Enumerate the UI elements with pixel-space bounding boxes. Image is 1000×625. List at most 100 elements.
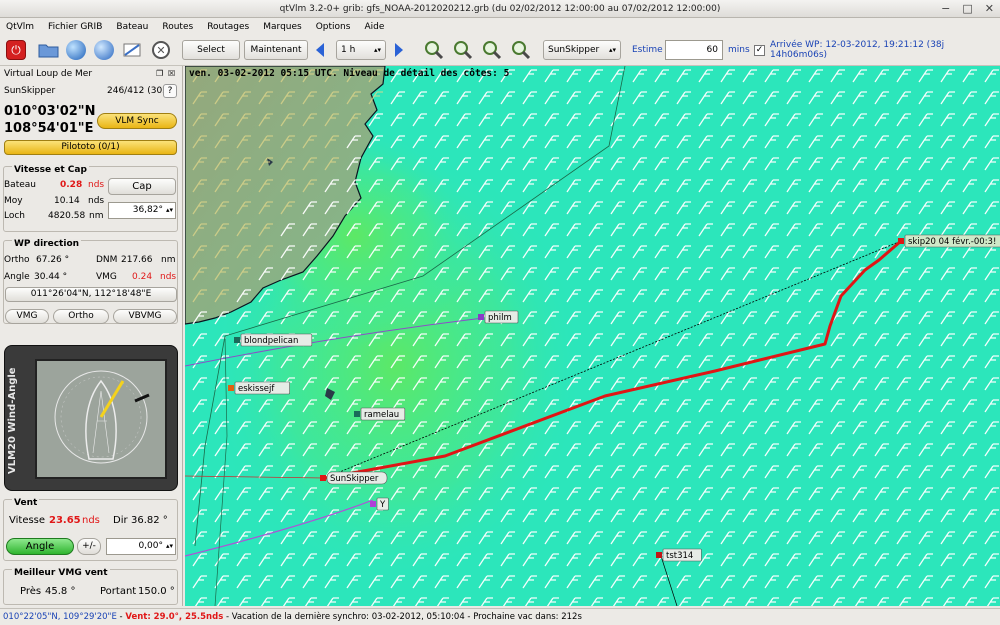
wind-angle-value: 0,00°: [138, 541, 163, 551]
cap-value: 36,82°: [132, 205, 163, 215]
cap-input[interactable]: 36,82° ▴▾: [108, 202, 176, 219]
mins-label: mins: [728, 45, 750, 55]
spinner-icon: ▴▾: [165, 542, 173, 550]
best-vmg-title: Meilleur VMG vent: [12, 568, 110, 578]
bateau-label: Bateau: [4, 180, 36, 190]
menu-routes[interactable]: Routes: [162, 22, 193, 32]
status-wind: Vent: 29.0°, 25.5nds: [125, 612, 224, 622]
marker-label-y: Y: [379, 500, 386, 510]
next-step-icon[interactable]: [392, 40, 406, 60]
arrival-checkbox[interactable]: ✓: [754, 40, 765, 60]
marker-eskissejf: [228, 385, 234, 391]
vmg-label: VMG: [96, 272, 117, 282]
status-sync: Vacation de la dernière synchro: 03-02-2…: [231, 612, 582, 622]
marker-label-sunskipper: SunSkipper: [330, 474, 379, 484]
vmg-value: 0.24: [132, 272, 153, 282]
help-button[interactable]: ?: [163, 84, 177, 98]
menu-bateau[interactable]: Bateau: [116, 22, 148, 32]
zoom-fit-icon[interactable]: [482, 40, 502, 60]
loch-distance: 4820.58: [48, 211, 86, 221]
angle-label: Angle: [4, 272, 30, 282]
boat-panel: Virtual Loup de Mer ❐ ☒ SunSkipper 246/4…: [0, 66, 183, 606]
portant-value: 150.0 °: [138, 586, 175, 597]
menu-marques[interactable]: Marques: [263, 22, 301, 32]
power-icon[interactable]: ⏻: [6, 40, 26, 60]
globe-download-icon[interactable]: [94, 40, 114, 60]
marker-y: [370, 501, 376, 507]
ortho-button[interactable]: Ortho: [53, 309, 109, 324]
panel-float-icon[interactable]: ❐: [156, 69, 163, 78]
arrival-text: Arrivée WP: 12-03-2012, 19:21:12 (38j 14…: [770, 40, 945, 60]
menu-options[interactable]: Options: [316, 22, 351, 32]
title-bar: qtVlm 3.2-0+ grib: gfs_NOAA-2012020212.g…: [0, 0, 1000, 18]
panel-close-icon[interactable]: ☒: [168, 69, 175, 78]
wind-dir-label: Dir: [113, 515, 128, 526]
time-step-select[interactable]: 1 h ▴▾: [336, 40, 386, 60]
select-button[interactable]: Select: [182, 40, 240, 60]
boat-latitude: 010°03'02"N: [4, 104, 96, 119]
map-tool-icon[interactable]: [122, 40, 142, 60]
marker-philm: [478, 314, 484, 320]
speed-group-title: Vitesse et Cap: [12, 165, 89, 175]
estime-input[interactable]: 60: [665, 40, 723, 60]
wind-group-title: Vent: [12, 498, 40, 508]
globe-icon[interactable]: [66, 40, 86, 60]
now-button[interactable]: Maintenant: [244, 40, 308, 60]
boat-select[interactable]: SunSkipper ▴▾: [543, 40, 621, 60]
marker-ramelau: [354, 411, 360, 417]
bateau-speed: 0.28: [60, 180, 83, 190]
marker-skip20: [898, 238, 904, 244]
boat-longitude: 108°54'01"E: [4, 121, 94, 136]
window-title: qtVlm 3.2-0+ grib: gfs_NOAA-2012020212.g…: [279, 4, 721, 14]
pres-label: Près: [20, 586, 42, 597]
minimize-icon[interactable]: −: [941, 0, 950, 18]
spinner-icon: ▴▾: [165, 206, 173, 214]
menu-aide[interactable]: Aide: [364, 22, 384, 32]
menu-bar: QtVlm Fichier GRIB Bateau Routes Routage…: [0, 18, 1000, 36]
moy-speed: 10.14: [54, 196, 80, 206]
pilototo-button[interactable]: Pilototo (0/1): [4, 140, 177, 155]
estime-value: 60: [706, 45, 718, 55]
vbvmg-button[interactable]: VBVMG: [113, 309, 177, 324]
wind-speed-label: Vitesse: [9, 515, 46, 526]
map-info: ven. 03-02-2012 05:15 UTC. Niveau de dét…: [189, 68, 510, 79]
zoom-in-icon[interactable]: [424, 40, 444, 60]
marker-label-eskissejf: eskissejf: [238, 384, 275, 394]
menu-routages[interactable]: Routages: [207, 22, 249, 32]
marker-sunskipper: [320, 475, 326, 481]
angle-value: 30.44 °: [34, 272, 68, 282]
dnm-label: DNM: [96, 255, 118, 265]
zoom-boat-icon[interactable]: [511, 40, 531, 60]
dnm-value: 217.66: [121, 255, 153, 265]
wp-coords-button[interactable]: 011°26'04"N, 112°18'48"E: [5, 287, 177, 302]
zoom-out-icon[interactable]: [453, 40, 473, 60]
vmg-unit: nds: [160, 272, 177, 282]
maximize-icon[interactable]: □: [962, 0, 972, 18]
chart-map[interactable]: skip20 04 févr.-00:3! philm blondpelican es…: [185, 66, 1000, 606]
boat-rank: 246/412 (302): [107, 86, 172, 96]
marker-label-philm: philm: [488, 313, 512, 323]
vmg-button[interactable]: VMG: [5, 309, 49, 324]
wind-angle-input[interactable]: 0,00° ▴▾: [106, 538, 176, 555]
plus-minus-button[interactable]: +/-: [77, 538, 101, 555]
panel-header: Virtual Loup de Mer: [4, 69, 93, 79]
cap-button[interactable]: Cap: [108, 178, 176, 195]
instrument-label: VLM20 Wind-Angle: [7, 367, 18, 475]
previous-step-icon[interactable]: [313, 40, 327, 60]
portant-label: Portant: [100, 586, 137, 597]
spinner-icon: ▴▾: [373, 46, 381, 54]
bateau-unit: nds: [88, 180, 105, 190]
boat-select-value: SunSkipper: [548, 45, 600, 55]
status-bar: 010°22'05"N, 109°29'20"E - Vent: 29.0°, …: [0, 608, 1000, 625]
wp-group-title: WP direction: [12, 239, 82, 249]
menu-qtvlm[interactable]: QtVlm: [6, 22, 34, 32]
menu-fichier-grib[interactable]: Fichier GRIB: [48, 22, 102, 32]
map-canvas[interactable]: skip20 04 févr.-00:3! philm blondpelican es…: [185, 66, 1000, 606]
close-icon[interactable]: ✕: [985, 0, 994, 18]
stop-icon[interactable]: ✕: [152, 40, 170, 60]
angle-button[interactable]: Angle: [6, 538, 74, 555]
spinner-icon: ▴▾: [608, 46, 616, 54]
vlm-sync-button[interactable]: VLM Sync: [97, 113, 177, 129]
wind-speed-value: 23.65: [49, 515, 81, 526]
open-folder-icon[interactable]: [38, 40, 60, 60]
